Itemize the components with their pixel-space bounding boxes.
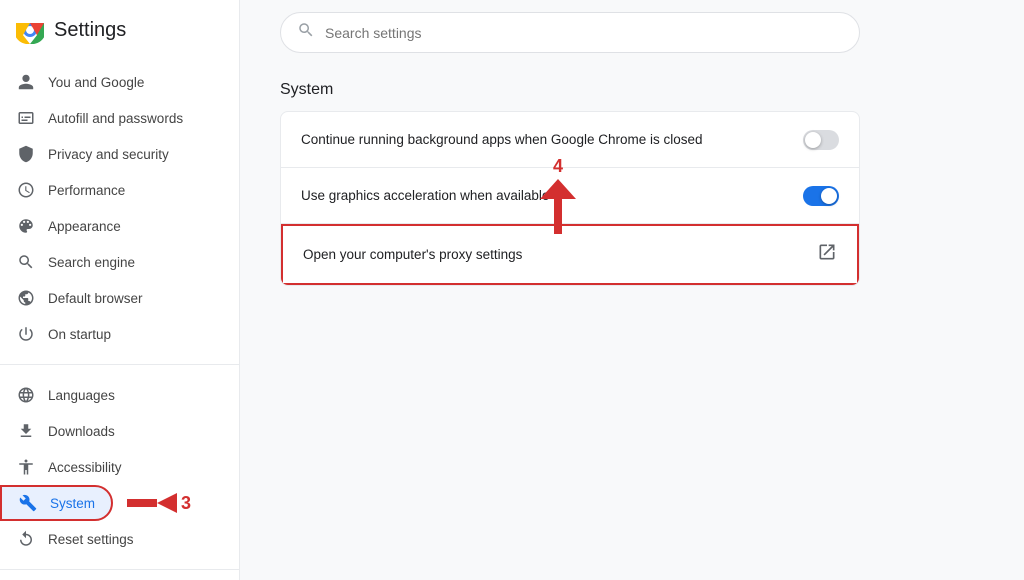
sidebar-main-section: You and Google Autofill and passwords Pr… — [0, 60, 239, 356]
section-title: System — [280, 81, 984, 99]
sidebar-item-label: Languages — [48, 388, 115, 403]
wrench-icon — [18, 493, 38, 513]
sidebar-item-reset-settings[interactable]: Reset settings — [0, 521, 231, 557]
main-content: System Continue running background apps … — [240, 0, 1024, 580]
sidebar-item-privacy[interactable]: Privacy and security — [0, 136, 231, 172]
settings-card: Continue running background apps when Go… — [280, 111, 860, 286]
content-area: System Continue running background apps … — [240, 65, 1024, 580]
graphics-acceleration-text: Use graphics acceleration when available — [301, 188, 803, 203]
globe-icon — [16, 385, 36, 405]
sidebar-item-appearance[interactable]: Appearance — [0, 208, 231, 244]
sidebar-secondary-section: Languages Downloads Accessibility System — [0, 373, 239, 561]
sidebar-divider-2 — [0, 569, 239, 570]
shield-icon — [16, 144, 36, 164]
sidebar-item-label: Appearance — [48, 219, 121, 234]
step3-annotation: 3 — [127, 489, 191, 517]
sidebar-item-search-engine[interactable]: Search engine — [0, 244, 231, 280]
sidebar-item-you-and-google[interactable]: You and Google — [0, 64, 231, 100]
sidebar-item-label: Downloads — [48, 424, 115, 439]
sidebar-item-label: Reset settings — [48, 532, 134, 547]
search-bar[interactable] — [280, 12, 860, 53]
sidebar-item-label: Default browser — [48, 291, 143, 306]
search-bar-container — [240, 0, 1024, 65]
sidebar-header: Settings — [0, 8, 239, 60]
sidebar-item-on-startup[interactable]: On startup — [0, 316, 231, 352]
speed-icon — [16, 180, 36, 200]
sidebar-item-label: Accessibility — [48, 460, 122, 475]
sidebar-item-label: Privacy and security — [48, 147, 169, 162]
search-input[interactable] — [325, 25, 843, 41]
proxy-row-wrapper: Open your computer's proxy settings 4 — [281, 224, 859, 285]
search-engine-icon — [16, 252, 36, 272]
chrome-logo-icon — [16, 16, 44, 44]
sidebar-item-label: Search engine — [48, 255, 135, 270]
graphics-acceleration-toggle[interactable] — [803, 186, 839, 206]
reset-icon — [16, 529, 36, 549]
external-link-icon[interactable] — [817, 242, 837, 267]
toggle-knob — [821, 188, 837, 204]
search-icon — [297, 21, 315, 44]
sidebar-item-accessibility[interactable]: Accessibility — [0, 449, 231, 485]
sidebar-item-downloads[interactable]: Downloads — [0, 413, 231, 449]
proxy-settings-text: Open your computer's proxy settings — [303, 247, 817, 262]
sidebar-item-performance[interactable]: Performance — [0, 172, 231, 208]
background-apps-row: Continue running background apps when Go… — [281, 112, 859, 168]
power-icon — [16, 324, 36, 344]
sidebar: Settings You and Google Autofill and pas… — [0, 0, 240, 580]
step3-label: 3 — [181, 493, 191, 514]
sidebar-item-label: Performance — [48, 183, 125, 198]
browser-icon — [16, 288, 36, 308]
proxy-settings-row[interactable]: Open your computer's proxy settings — [281, 224, 859, 285]
background-apps-text: Continue running background apps when Go… — [301, 132, 803, 147]
sidebar-item-label: Autofill and passwords — [48, 111, 183, 126]
sidebar-item-label: You and Google — [48, 75, 144, 90]
sidebar-item-languages[interactable]: Languages — [0, 377, 231, 413]
sidebar-divider — [0, 364, 239, 365]
app-title: Settings — [54, 19, 126, 42]
background-apps-toggle[interactable] — [803, 130, 839, 150]
download-icon — [16, 421, 36, 441]
sidebar-item-label: On startup — [48, 327, 111, 342]
person-icon — [16, 72, 36, 92]
graphics-acceleration-row: Use graphics acceleration when available — [281, 168, 859, 224]
sidebar-item-label: System — [50, 496, 95, 511]
badge-icon — [16, 108, 36, 128]
toggle-knob — [805, 132, 821, 148]
left-arrow-icon — [127, 489, 177, 517]
palette-icon — [16, 216, 36, 236]
sidebar-item-default-browser[interactable]: Default browser — [0, 280, 231, 316]
accessibility-icon — [16, 457, 36, 477]
sidebar-item-autofill[interactable]: Autofill and passwords — [0, 100, 231, 136]
sidebar-item-system[interactable]: System — [0, 485, 113, 521]
